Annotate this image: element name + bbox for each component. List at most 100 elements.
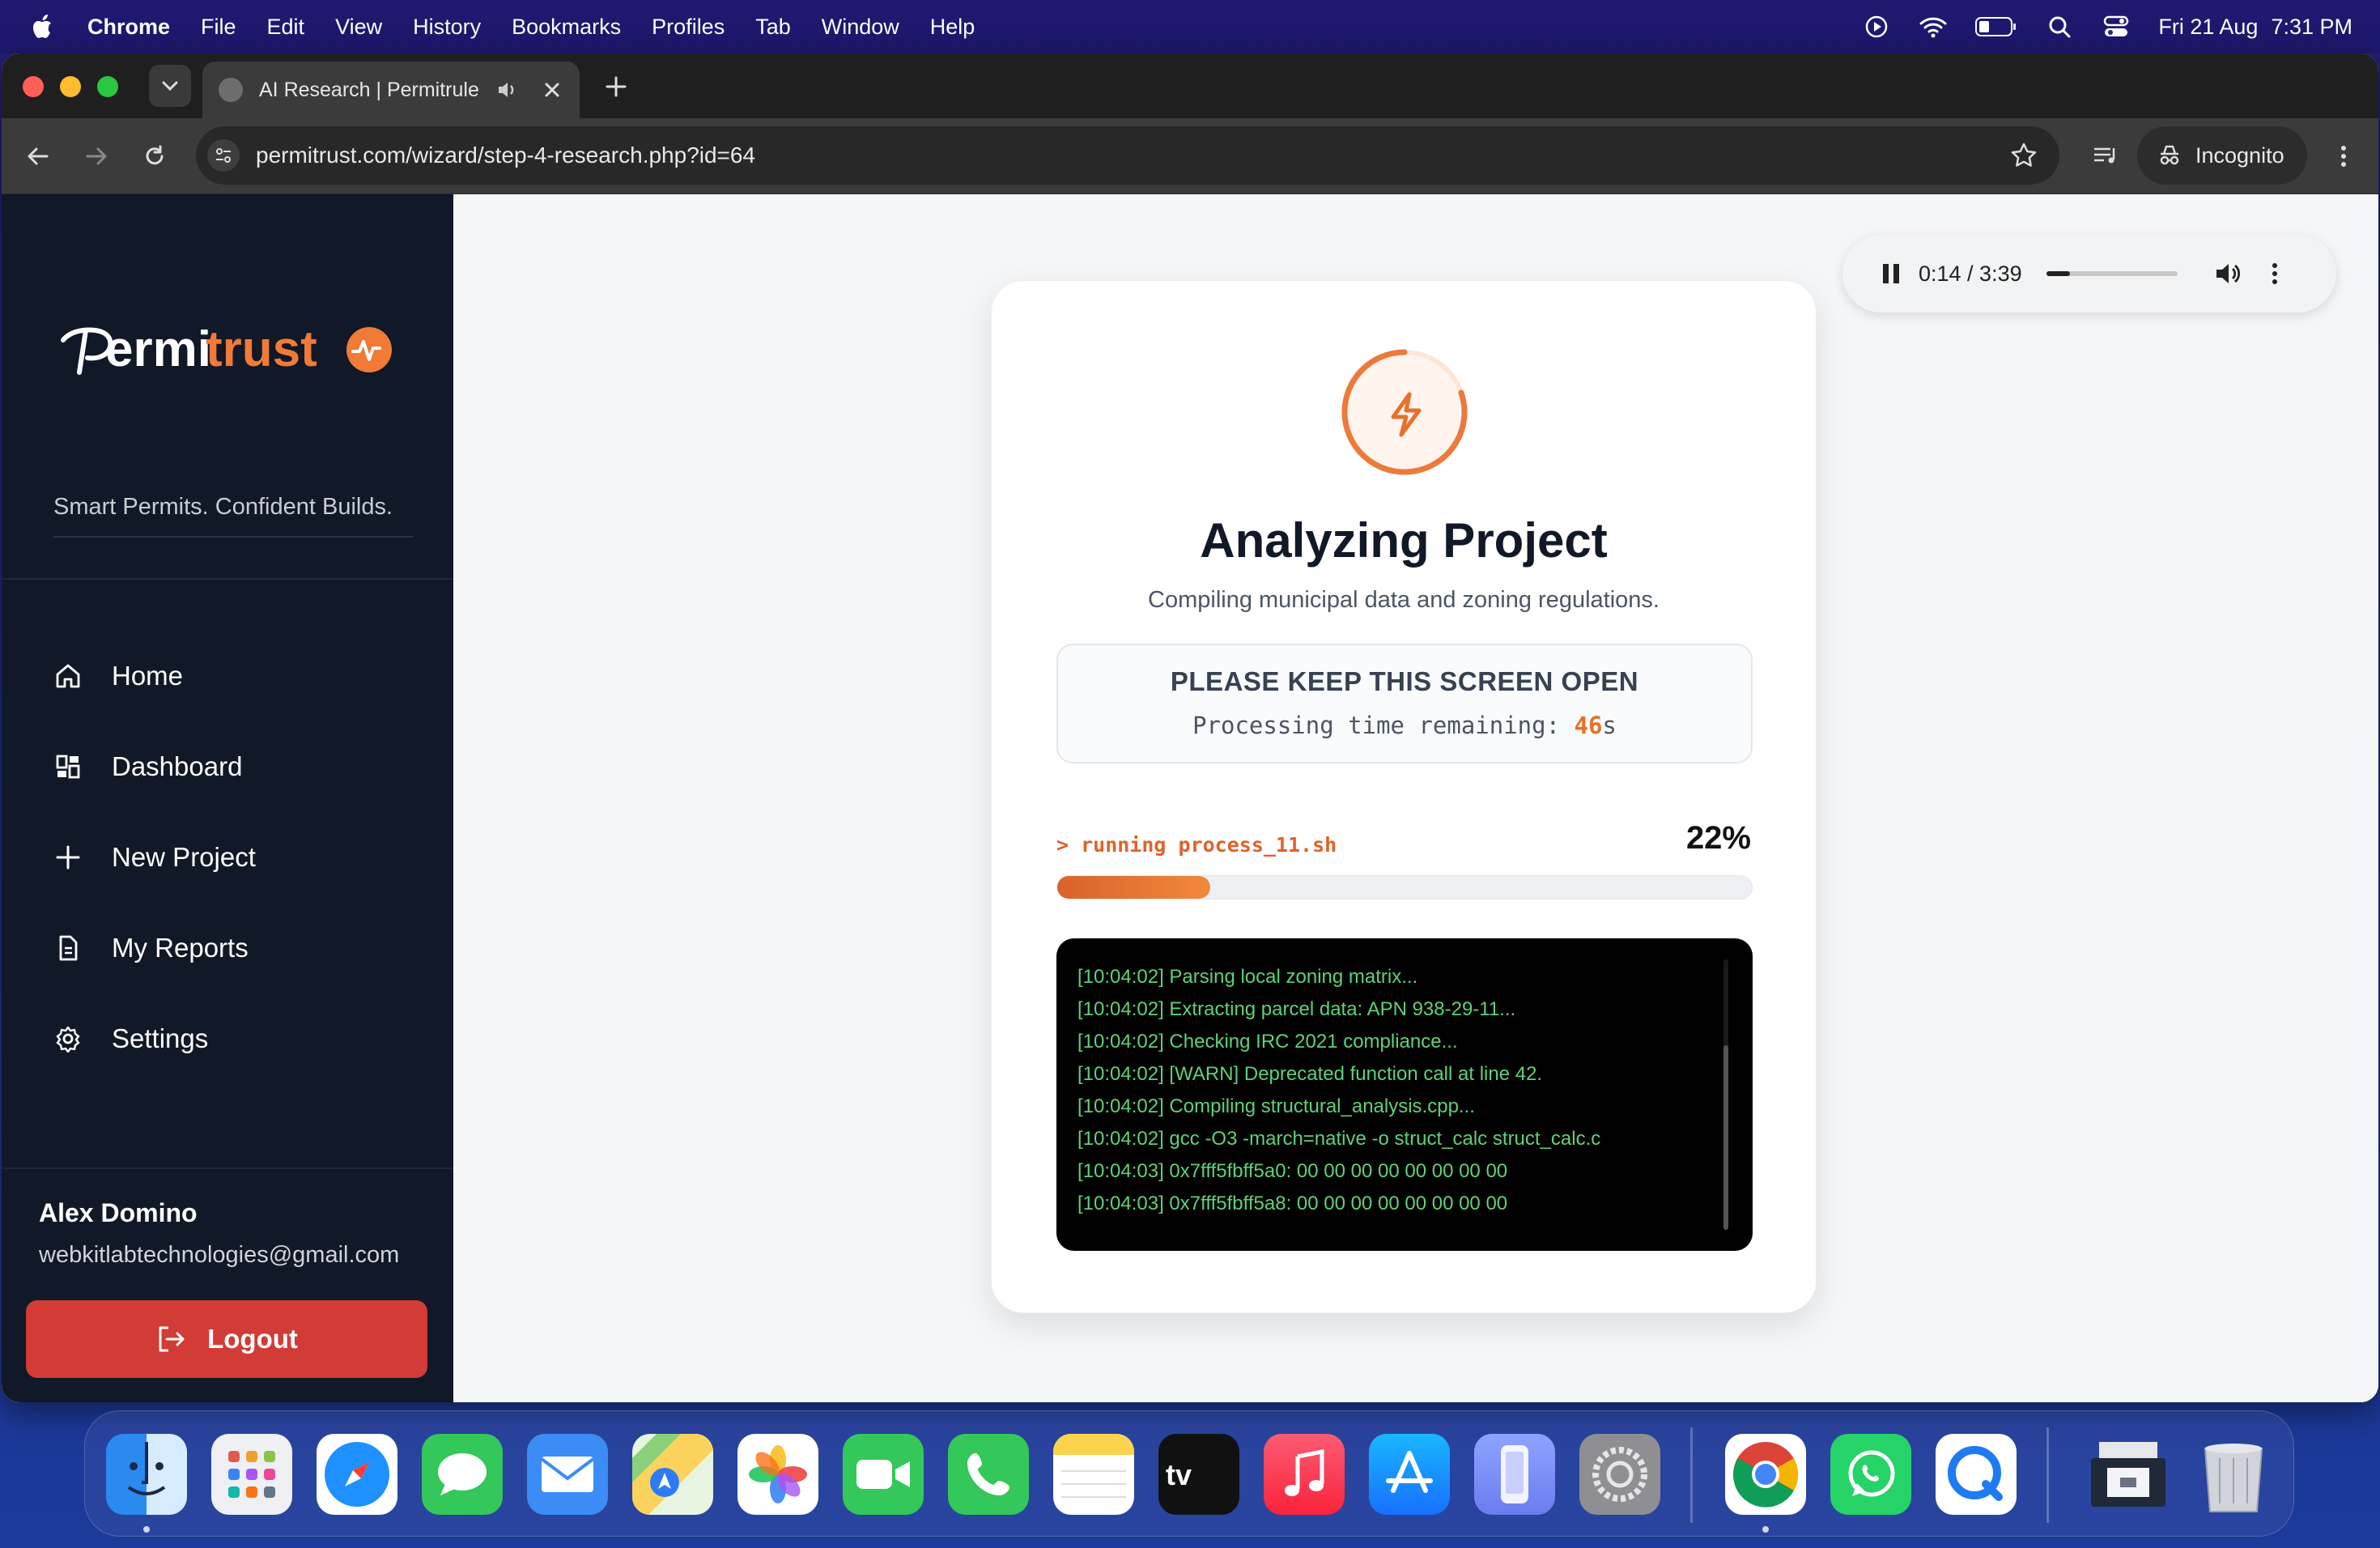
- quicktime-icon[interactable]: [1936, 1434, 2017, 1515]
- chrome-icon[interactable]: [1725, 1434, 1806, 1515]
- menu-tab[interactable]: Tab: [755, 15, 791, 40]
- menu-edit[interactable]: Edit: [267, 15, 305, 40]
- spotlight-search-icon[interactable]: [2045, 15, 2074, 39]
- media-control-button[interactable]: [2087, 138, 2124, 175]
- tab-active[interactable]: AI Research | Permitrule: [202, 62, 580, 118]
- menu-app-name[interactable]: Chrome: [87, 15, 170, 40]
- launchpad-icon[interactable]: [211, 1434, 292, 1515]
- window-zoom-button[interactable]: [97, 76, 118, 97]
- svg-text:ermi: ermi: [105, 321, 211, 377]
- play-status-icon[interactable]: [1862, 15, 1891, 39]
- sidebar-item-dashboard[interactable]: Dashboard: [53, 738, 426, 795]
- clock-time[interactable]: 7:31 PM: [2271, 15, 2352, 40]
- finder-icon[interactable]: [106, 1434, 187, 1515]
- app-store-icon[interactable]: [1369, 1434, 1450, 1515]
- sidebar-item-new-project[interactable]: New Project: [53, 829, 426, 886]
- running-indicator: [1762, 1526, 1769, 1533]
- incognito-label: Incognito: [2195, 142, 2284, 168]
- tab-close-icon[interactable]: [541, 79, 563, 101]
- sidebar-item-home[interactable]: Home: [53, 648, 426, 704]
- sidebar-item-label: Dashboard: [112, 751, 243, 781]
- home-icon: [53, 661, 83, 691]
- whatsapp-icon[interactable]: [1830, 1434, 1911, 1515]
- logout-button[interactable]: Logout: [26, 1300, 427, 1378]
- back-button[interactable]: [19, 138, 57, 175]
- sidebar-item-settings[interactable]: Settings: [53, 1010, 426, 1067]
- log-line: [10:04:02] [WARN] Deprecated function ca…: [1077, 1063, 1543, 1085]
- menu-view[interactable]: View: [335, 15, 382, 40]
- log-line: [10:04:02] Extracting parcel data: APN 9…: [1077, 998, 1516, 1020]
- tab-audio-icon[interactable]: [495, 79, 518, 101]
- page-subtitle: Compiling municipal data and zoning regu…: [1148, 587, 1660, 613]
- sidebar-item-my-reports[interactable]: My Reports: [53, 920, 426, 976]
- iphone-mirroring-icon[interactable]: [1474, 1434, 1555, 1515]
- arrow-left-icon: [28, 147, 49, 165]
- lightning-spinner-icon: [1340, 347, 1469, 477]
- countdown-timer: Processing time remaining: 46s: [1058, 712, 1751, 739]
- terminal-log[interactable]: [10:04:02] Parsing local zoning matrix..…: [1056, 938, 1753, 1251]
- address-bar[interactable]: permitrust.com/wizard/step-4-research.ph…: [196, 126, 2059, 185]
- sidebar-item-label: My Reports: [112, 933, 249, 963]
- tab-title: AI Research | Permitrule: [259, 78, 479, 101]
- incognito-indicator[interactable]: Incognito: [2137, 126, 2307, 185]
- log-scrollbar[interactable]: [1723, 959, 1728, 1230]
- plus-icon: [606, 76, 627, 97]
- timer-seconds: 46: [1574, 712, 1603, 739]
- maps-icon[interactable]: [632, 1434, 713, 1515]
- window-minimize-button[interactable]: [60, 76, 81, 97]
- reload-icon: [146, 145, 164, 165]
- playlist-icon: [2094, 147, 2115, 164]
- downloads-stack-icon[interactable]: [2088, 1434, 2169, 1515]
- system-settings-icon[interactable]: [1579, 1434, 1660, 1515]
- brand-logo[interactable]: ermi trust: [58, 316, 398, 389]
- facetime-icon[interactable]: [843, 1434, 924, 1515]
- url-text: permitrust.com/wizard/step-4-research.ph…: [256, 142, 756, 168]
- browser-menu-button[interactable]: [2325, 138, 2362, 175]
- apple-tv-icon[interactable]: tv: [1158, 1434, 1239, 1515]
- running-indicator: [143, 1526, 150, 1533]
- battery-icon[interactable]: [1975, 15, 2017, 39]
- browser-toolbar: permitrust.com/wizard/step-4-research.ph…: [2, 118, 2378, 194]
- divider: [53, 536, 413, 538]
- reload-button[interactable]: [136, 138, 173, 175]
- log-line: [10:04:02] gcc -O3 -march=native -o stru…: [1077, 1128, 1601, 1150]
- pause-icon[interactable]: [1880, 261, 1902, 287]
- bookmark-star-icon[interactable]: [2009, 141, 2038, 170]
- dock: tv: [84, 1410, 2294, 1537]
- dock-separator: [2046, 1427, 2049, 1523]
- new-tab-button[interactable]: [597, 68, 635, 105]
- audio-seek-slider[interactable]: [2046, 271, 2178, 276]
- menu-file[interactable]: File: [201, 15, 236, 40]
- menu-bookmarks[interactable]: Bookmarks: [512, 15, 621, 40]
- wifi-icon[interactable]: [1919, 15, 1948, 39]
- messages-icon[interactable]: [422, 1434, 503, 1515]
- tab-search-button[interactable]: [149, 65, 191, 107]
- clock-date[interactable]: Fri 21 Aug: [2158, 15, 2258, 40]
- audio-time: 0:14 / 3:39: [1919, 261, 2022, 286]
- log-line: [10:04:03] 0x7fff5fbff5a0: 00 00 00 00 0…: [1077, 1160, 1508, 1182]
- gear-icon: [53, 1024, 83, 1053]
- mail-icon[interactable]: [527, 1434, 608, 1515]
- progress-percent: 22%: [1685, 820, 1751, 856]
- menu-profiles[interactable]: Profiles: [652, 15, 725, 40]
- menu-help[interactable]: Help: [930, 15, 975, 40]
- divider: [2, 578, 453, 580]
- photos-icon[interactable]: [737, 1434, 818, 1515]
- phone-icon[interactable]: [948, 1434, 1029, 1515]
- menu-window[interactable]: Window: [822, 15, 899, 40]
- site-info-icon[interactable]: [207, 139, 240, 172]
- more-vertical-icon[interactable]: [2267, 259, 2283, 288]
- log-scrollbar-thumb[interactable]: [1723, 1045, 1728, 1230]
- forward-button[interactable]: [78, 138, 115, 175]
- control-center-icon[interactable]: [2102, 15, 2131, 39]
- trash-icon[interactable]: [2193, 1434, 2274, 1515]
- music-icon[interactable]: [1264, 1434, 1345, 1515]
- logout-icon: [155, 1323, 188, 1355]
- window-close-button[interactable]: [23, 76, 44, 97]
- notice-title: PLEASE KEEP THIS SCREEN OPEN: [1170, 666, 1639, 696]
- menu-history[interactable]: History: [413, 15, 481, 40]
- safari-icon[interactable]: [317, 1434, 397, 1515]
- volume-icon[interactable]: [2213, 259, 2242, 288]
- apple-menu-icon[interactable]: [32, 13, 55, 40]
- notes-icon[interactable]: [1053, 1434, 1134, 1515]
